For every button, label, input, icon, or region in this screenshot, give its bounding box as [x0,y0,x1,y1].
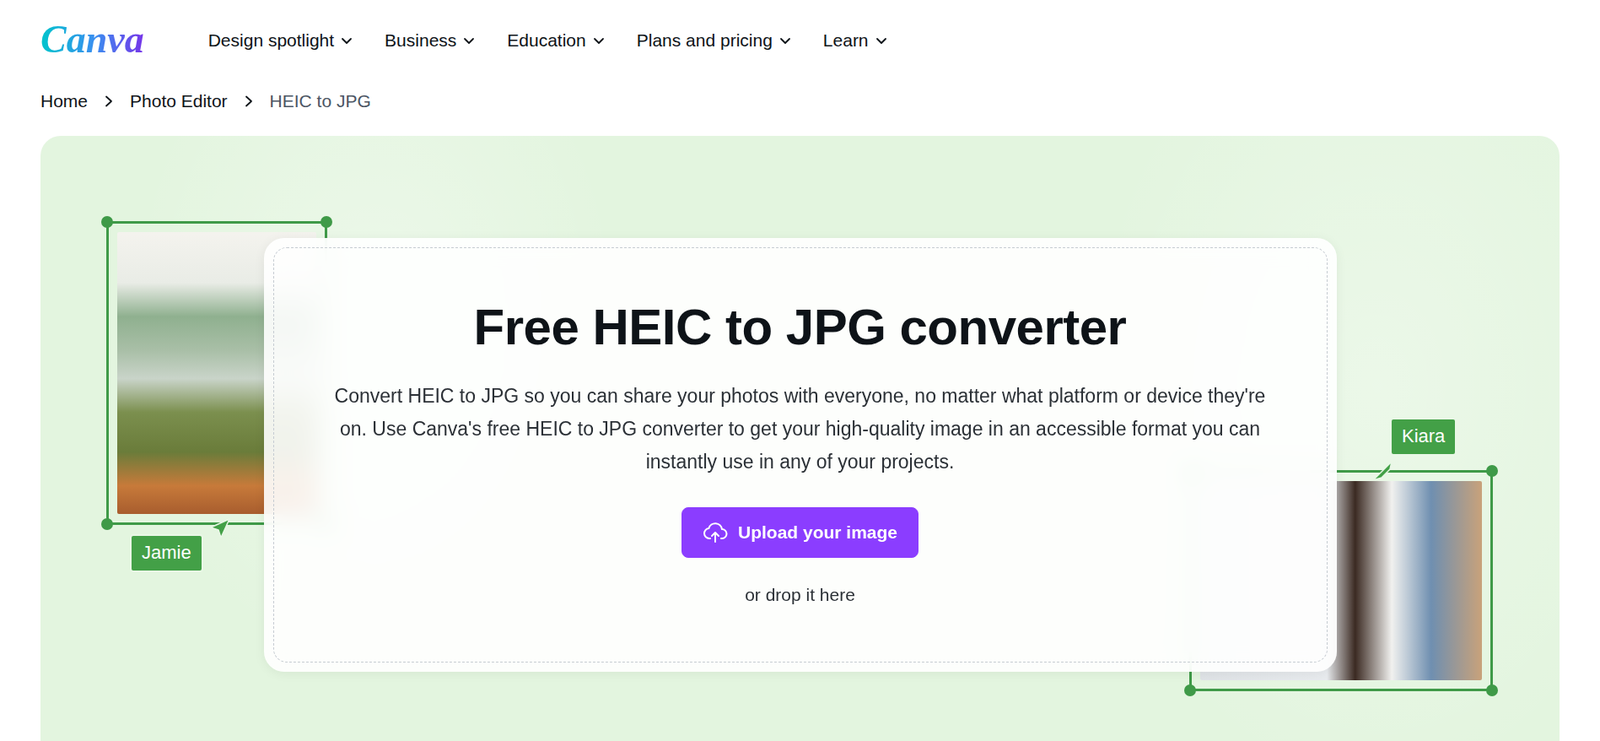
top-navbar: Canva Design spotlight Business Education Pl… [0,0,1600,81]
chevron-right-icon [242,95,255,108]
upload-card: Free HEIC to JPG converter Convert HEIC t… [263,237,1337,672]
page-title: Free HEIC to JPG converter [297,296,1304,358]
chevron-down-icon [463,34,475,47]
nav-label[interactable]: Business [384,26,457,54]
nav-item[interactable]: Design spotlight [199,21,361,60]
cloud-upload-icon [702,519,728,545]
nav-label[interactable]: Plans and pricing [636,26,773,54]
chevron-down-icon [875,34,888,47]
nav-label[interactable]: Design spotlight [208,26,335,54]
hero-panel: Jamie Kiara Free HEIC to JPG converter Conv… [40,135,1560,741]
nav-item[interactable]: Plans and pricing [628,21,800,60]
canva-logo[interactable]: Canva [40,18,150,62]
chevron-down-icon [779,34,792,47]
chevron-down-icon [340,34,353,47]
nav-item[interactable]: Business [376,21,484,60]
chevron-down-icon [592,34,605,47]
collaborator-tag: Kiara [1389,417,1457,456]
chevron-right-icon [102,95,115,108]
breadcrumb-item[interactable]: Home [40,87,88,115]
nav-item[interactable]: Learn [814,21,896,60]
nav-item[interactable]: Education [498,21,613,60]
resize-handle[interactable] [101,517,114,530]
breadcrumb-item: HEIC to JPG [269,87,372,115]
resize-handle[interactable] [1184,684,1196,696]
main-nav: Design spotlight Business Education Plans a… [199,21,896,60]
breadcrumb-item[interactable]: Photo Editor [129,87,228,115]
collaborator-tag: Jamie [129,533,204,572]
resize-handle[interactable] [1486,684,1498,696]
nav-label[interactable]: Learn [823,26,869,54]
upload-button[interactable]: Upload your image [681,506,919,558]
resize-handle[interactable] [320,215,333,228]
cursor-pointer-icon [209,517,232,539]
cursor-pointer-icon [1371,459,1394,482]
page-description: Convert HEIC to JPG so you can share you… [332,379,1269,479]
drop-hint: or drop it here [297,581,1304,609]
resize-handle[interactable] [1486,464,1498,477]
breadcrumb-trail: Home Photo Editor HEIC to JPG [0,80,1600,123]
upload-label[interactable]: Upload your image [738,518,898,546]
nav-label[interactable]: Education [506,26,586,54]
resize-handle[interactable] [101,215,114,228]
